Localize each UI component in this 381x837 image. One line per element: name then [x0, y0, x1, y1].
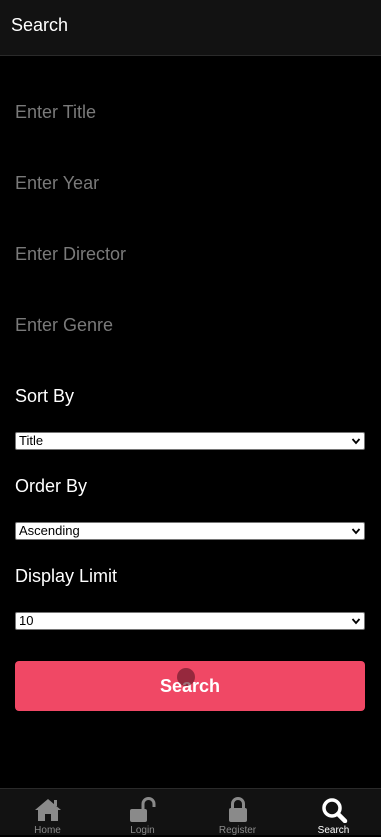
tab-login[interactable]: Login	[95, 789, 190, 836]
unlock-icon	[129, 797, 155, 822]
tab-login-label: Login	[130, 825, 155, 836]
sort-by-label: Sort By	[15, 386, 75, 406]
sort-by-select[interactable]: Title	[15, 432, 365, 450]
order-by-select[interactable]: Ascending	[15, 522, 365, 540]
chevron-down-icon	[351, 618, 361, 625]
page-title: Search	[11, 15, 69, 35]
tab-home-label: Home	[34, 825, 61, 836]
sort-by-value: Title	[19, 433, 44, 448]
chevron-down-icon	[351, 528, 361, 535]
genre-input[interactable]	[15, 311, 365, 339]
app-header: Search	[0, 0, 381, 56]
director-input[interactable]	[15, 240, 365, 268]
home-icon	[34, 799, 61, 821]
chevron-down-icon	[351, 438, 361, 445]
tab-search[interactable]: Search	[286, 789, 381, 836]
display-limit-label: Display Limit	[15, 566, 118, 586]
tab-register[interactable]: Register	[190, 789, 285, 836]
order-by-value: Ascending	[19, 523, 80, 538]
bottom-tab-bar: Home Login Register Search	[0, 788, 381, 836]
order-by-label: Order By	[15, 476, 88, 496]
year-input[interactable]	[15, 169, 365, 197]
lock-icon	[228, 797, 247, 822]
tab-home[interactable]: Home	[0, 789, 95, 836]
display-limit-select[interactable]: 10	[15, 612, 365, 630]
touch-indicator	[177, 668, 195, 686]
display-limit-value: 10	[19, 613, 34, 628]
tab-register-label: Register	[218, 825, 257, 836]
title-input[interactable]	[15, 98, 365, 126]
tab-search-label: Search	[317, 825, 350, 836]
search-icon	[321, 798, 347, 823]
